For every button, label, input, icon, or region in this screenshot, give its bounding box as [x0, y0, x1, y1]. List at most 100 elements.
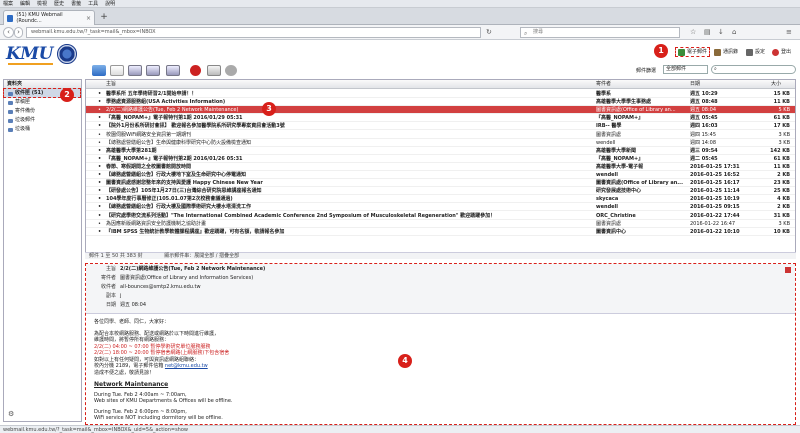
- row-subject: 『高醫_NOPAM+』電子報特刊第2期 2016/01/26 05:31: [106, 155, 243, 162]
- unread-dot-icon: •: [98, 147, 102, 154]
- home-icon[interactable]: ⌂: [732, 28, 736, 36]
- logout-button[interactable]: 登出: [772, 47, 791, 57]
- row-subject: 『IBM SPSS 生物統計教學軟體課程講座』歡迎踴躍，可有名額，敬請報名參加: [106, 228, 285, 235]
- threads-toggle[interactable]: 顯示郵件串：展開全部 / 摺疊全部: [164, 253, 239, 259]
- browser-menu-item[interactable]: 書籤: [71, 0, 81, 7]
- row-from: IRB-- 醫學: [596, 123, 622, 130]
- preview-close-icon[interactable]: [785, 267, 791, 273]
- folder-settings-gear-icon[interactable]: ⚙: [8, 410, 14, 418]
- back-button[interactable]: ‹: [3, 27, 14, 38]
- preview-to[interactable]: all-bounces@smtp2.kmu.edu.tw: [120, 284, 201, 290]
- row-size: 2 KB: [777, 204, 790, 211]
- row-date: 2016-01-25 09:15: [690, 204, 740, 211]
- table-row[interactable]: • 春節、寒假期間之全校圖書館開放時間 高雄醫學大學-電子報 2016-01-25 1…: [86, 163, 795, 171]
- bookmark-star-icon[interactable]: ☆: [690, 28, 696, 36]
- row-from: wendell: [596, 172, 618, 178]
- table-row[interactable]: • 醫學系所 五年學術研習2/1開始申請！！ 醫學系 週五 10:29 15 KB: [86, 90, 795, 99]
- table-row[interactable]: • 【總務處營繕組公告】行政大樓及國際學術研究大樓水塔清洗工作 wendell 201…: [86, 203, 795, 212]
- table-row[interactable]: • 校園伺服WiFi網路安全資訊第一期期刊 圖書資訊處 週四 15:45 3 KB: [86, 131, 795, 139]
- row-date: 2016-01-25 16:17: [690, 180, 740, 187]
- browser-menu-item[interactable]: 檔案: [3, 0, 13, 7]
- folder-item[interactable]: 寄件備份: [4, 107, 81, 116]
- browser-menu-item[interactable]: 說明: [105, 0, 115, 7]
- reply-icon[interactable]: [128, 65, 142, 76]
- new-tab-button[interactable]: +: [98, 12, 110, 23]
- row-subject: 104學年度行事曆修正(105.01.07第2次校務會議通過): [106, 196, 233, 203]
- browser-menu-item[interactable]: 編輯: [20, 0, 30, 7]
- check-mail-icon[interactable]: [92, 65, 106, 76]
- col-date[interactable]: 日期: [690, 80, 700, 89]
- row-subject: 高雄醫學大學第281期: [106, 147, 157, 154]
- folder-item[interactable]: 垃圾郵件: [4, 116, 81, 125]
- filter-select[interactable]: 全部郵件: [663, 65, 708, 74]
- forward-button[interactable]: ›: [14, 27, 23, 38]
- preview-from[interactable]: 圖書資訊處(Office of Library and Information …: [120, 275, 253, 281]
- row-date: 2016-01-25 10:19: [690, 196, 740, 203]
- reload-icon[interactable]: ↻: [486, 28, 492, 36]
- row-size: 61 KB: [773, 115, 790, 122]
- quick-search-input[interactable]: ⌕: [711, 65, 796, 74]
- webmail-favicon-icon: [7, 14, 14, 22]
- browser-tab[interactable]: (51) KMU Webmail (Roundc... ×: [3, 10, 95, 25]
- addressbook-button[interactable]: 通訊錄: [714, 47, 738, 57]
- row-subject: 2/2(二)網路維護公告(Tue, Feb 2 Network Maintena…: [106, 107, 239, 114]
- table-row[interactable]: • 【總務處營繕組公告】行政大樓地下室及生命研究中心停電通知 wendell 2016…: [86, 171, 795, 180]
- list-count: 郵件 1 至 50 共 383 封: [89, 253, 143, 259]
- table-row[interactable]: • 【研究處學術交流系列活動】"The International Combine…: [86, 212, 795, 220]
- row-size: 142 KB: [770, 147, 790, 154]
- table-row[interactable]: • 『高醫_NOPAM+』電子報特刊第2期 2016/01/26 05:31 『高醫…: [86, 155, 795, 163]
- row-size: 10 KB: [773, 228, 790, 235]
- delete-icon[interactable]: [190, 65, 201, 76]
- download-icon[interactable]: ↓: [718, 28, 724, 36]
- row-from: 圖書資訊處: [596, 220, 622, 227]
- browser-search-input[interactable]: ⌕ 搜尋: [520, 27, 680, 38]
- cc-label: 副本: [105, 293, 116, 299]
- row-date: 2016-01-22 10:10: [690, 228, 740, 235]
- url-bar[interactable]: webmail.kmu.edu.tw/?_task=mail&_mbox=INB…: [26, 27, 481, 38]
- folder-item[interactable]: 垃圾桶: [4, 125, 81, 134]
- unread-dot-icon: •: [98, 220, 101, 227]
- table-row[interactable]: • 『IBM SPSS 生物統計教學軟體課程講座』歡迎踴躍，可有名額，敬請報名參加…: [86, 228, 795, 236]
- unread-dot-icon: •: [98, 155, 102, 162]
- more-gear-icon[interactable]: [225, 65, 237, 76]
- table-row[interactable]: • 2/2(二)網路維護公告(Tue, Feb 2 Network Mainten…: [86, 106, 795, 115]
- row-from: 高雄醫學大學新聞: [596, 147, 637, 154]
- table-row[interactable]: • 104學年度行事曆修正(105.01.07第2次校務會議通過) skycaca 2…: [86, 195, 795, 204]
- col-subject[interactable]: 主旨: [106, 80, 116, 89]
- contact-email-link[interactable]: net@kmu.edu.tw: [165, 363, 208, 369]
- table-row[interactable]: • 高雄醫學大學第281期 高雄醫學大學新聞 週三 09:54 142 KB: [86, 147, 795, 155]
- menu-icon[interactable]: ≡: [786, 28, 792, 36]
- mail-icon: [678, 48, 685, 56]
- compose-icon[interactable]: [110, 65, 124, 76]
- row-date: 週三 09:54: [690, 147, 718, 154]
- forward-icon[interactable]: [166, 65, 180, 76]
- browser-menu-item[interactable]: 工具: [88, 0, 98, 7]
- row-from: 圖書資訊處(Office of Library an...: [596, 107, 676, 114]
- folder-icon: [8, 127, 13, 132]
- table-row[interactable]: • 【總務處營繕組公告】生命與健康科學研究中心防火設備檢查通知 wendell 週四 …: [86, 139, 795, 147]
- library-icon[interactable]: ▤: [704, 28, 711, 36]
- reply-all-icon[interactable]: [146, 65, 160, 76]
- table-row[interactable]: • 圖書資訊處感謝您整年來的支持與愛護 Happy Chinese New Yea…: [86, 179, 795, 188]
- row-subject: 【總務處營繕組公告】行政大樓及國際學術研究大樓水塔清洗工作: [106, 204, 252, 211]
- table-row[interactable]: • 【院外1月份系所研討會訊】 歡迎報名參加醫學院系所研究學專案資訊會活動3號 IR…: [86, 122, 795, 131]
- row-subject: 春節、寒假期間之全校圖書館開放時間: [106, 163, 192, 170]
- table-row[interactable]: • 學務處資源服務組(USA Activities Information) 高雄醫…: [86, 98, 795, 107]
- col-from[interactable]: 寄件者: [596, 80, 611, 89]
- mark-icon[interactable]: [207, 65, 221, 76]
- row-date: 週二 05:45: [690, 155, 718, 162]
- col-size[interactable]: 大小: [771, 80, 781, 89]
- preview-subject: 2/2(二)網路維護公告(Tue, Feb 2 Network Maintena…: [120, 266, 266, 272]
- table-row[interactable]: • 【研發處公告】105年1月27日(三)台灣綜合研究院思維講座報名通知 研究發展處…: [86, 187, 795, 196]
- row-subject: 【院外1月份系所研討會訊】 歡迎報名參加醫學院系所研究學專案資訊會活動3號: [106, 123, 285, 130]
- mail-button[interactable]: 電子郵件: [675, 47, 711, 57]
- close-tab-icon[interactable]: ×: [86, 15, 91, 22]
- settings-button[interactable]: 設定: [746, 47, 765, 57]
- filter-label: 郵件篩選: [636, 68, 657, 74]
- unread-dot-icon: •: [98, 228, 102, 235]
- browser-menu-item[interactable]: 檢視: [37, 0, 47, 7]
- table-row[interactable]: • 『高醫_NOPAM+』電子報特刊第1期 2016/01/29 05:31 『高醫…: [86, 114, 795, 123]
- row-date: 2016-01-22 16:47: [690, 220, 736, 227]
- browser-menu-item[interactable]: 歷史: [54, 0, 64, 7]
- table-row[interactable]: • 為因應新版網路資訊安全防護機制之協助計畫 圖書資訊處 2016-01-22 16:…: [86, 220, 795, 228]
